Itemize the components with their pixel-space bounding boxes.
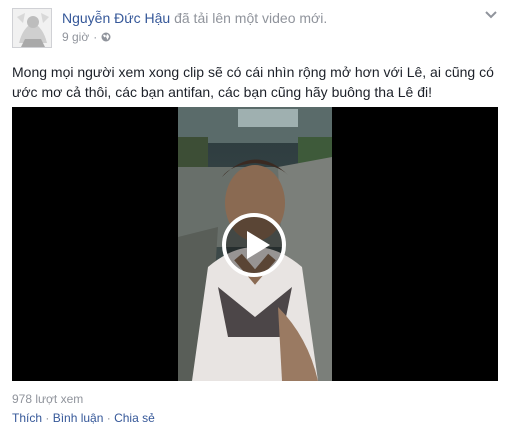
- post-meta: 9 giờ ·: [62, 30, 111, 44]
- view-count: 978 lượt xem: [12, 392, 84, 406]
- author-name[interactable]: Nguyễn Đức Hậu: [62, 10, 170, 26]
- post-text-line-1: Mong mọi người xem xong clip sẽ có cái n…: [12, 64, 494, 80]
- post-actions: Thích · Bình luận · Chia sẻ: [12, 411, 155, 425]
- post-text: Mong mọi người xem xong clip sẽ có cái n…: [12, 62, 502, 102]
- feed-post: Nguyễn Đức Hậu đã tải lên một video mới.…: [0, 0, 510, 430]
- meta-separator: ·: [93, 30, 98, 44]
- avatar[interactable]: [12, 8, 52, 48]
- action-separator: ·: [42, 411, 53, 425]
- video-player[interactable]: [12, 107, 498, 381]
- play-icon[interactable]: [222, 213, 286, 277]
- post-header: Nguyễn Đức Hậu đã tải lên một video mới.: [62, 10, 327, 26]
- chevron-down-icon[interactable]: [484, 10, 498, 20]
- action-separator: ·: [103, 411, 115, 425]
- avatar-image: [13, 9, 51, 47]
- post-action-text: đã tải lên một video mới.: [170, 10, 328, 26]
- like-link[interactable]: Thích: [12, 411, 42, 425]
- share-link[interactable]: Chia sẻ: [114, 411, 155, 425]
- globe-icon[interactable]: [101, 32, 111, 42]
- post-text-line-2: ước mơ cả thôi, các bạn antifan, các bạn…: [12, 84, 432, 100]
- post-timestamp[interactable]: 9 giờ: [62, 30, 89, 44]
- comment-link[interactable]: Bình luận: [53, 411, 104, 425]
